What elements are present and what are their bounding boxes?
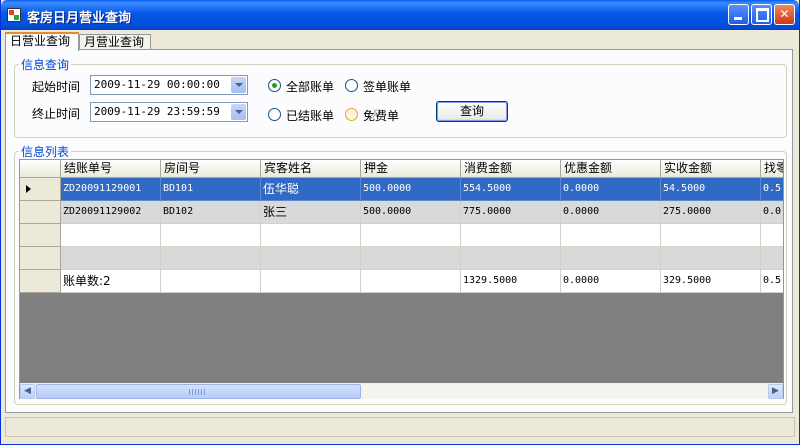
- col-header-received[interactable]: 实收金额: [661, 160, 761, 178]
- end-time-picker[interactable]: 2009-11-29 23:59:59: [90, 102, 248, 122]
- cell-received[interactable]: 54.5000: [661, 178, 761, 201]
- cell-deposit[interactable]: [361, 270, 461, 293]
- row-header[interactable]: [20, 224, 61, 247]
- cell-room-no[interactable]: [161, 247, 261, 270]
- query-group-legend: 信息查询: [21, 58, 70, 72]
- app-icon[interactable]: [7, 8, 21, 22]
- chevron-down-icon[interactable]: [231, 77, 246, 93]
- col-header-deposit[interactable]: 押金: [361, 160, 461, 178]
- col-header-guest-name[interactable]: 宾客姓名: [261, 160, 361, 178]
- cell-deposit[interactable]: [361, 224, 461, 247]
- grid-corner-header: [20, 160, 61, 178]
- main-window: 客房日月营业查询 ✕ 日营业查询 月营业查询 信息查询 起始时间 2009-11…: [0, 0, 800, 445]
- cell-consumption[interactable]: [461, 247, 561, 270]
- start-time-value: 2009-11-29 00:00:00: [94, 78, 220, 91]
- row-pointer-icon: [26, 185, 31, 193]
- cell-guest-name[interactable]: 伍华聪: [261, 178, 361, 201]
- radio-settled-bills[interactable]: [268, 108, 281, 121]
- minimize-button[interactable]: [728, 4, 749, 25]
- cell-bill-no[interactable]: [61, 224, 161, 247]
- radio-all-bills[interactable]: [268, 79, 281, 92]
- cell-received-total[interactable]: 329.5000: [661, 270, 761, 293]
- cell-consumption[interactable]: 775.0000: [461, 201, 561, 224]
- search-button[interactable]: 查询: [436, 101, 508, 122]
- start-time-label: 起始时间: [32, 80, 81, 94]
- arrow-left-icon[interactable]: ◀: [20, 384, 35, 399]
- cell-room-no[interactable]: [161, 224, 261, 247]
- cell-discount[interactable]: [561, 247, 661, 270]
- query-groupbox: 信息查询: [14, 56, 787, 138]
- tab-daily-revenue[interactable]: 日营业查询: [5, 32, 79, 51]
- cell-change[interactable]: [761, 247, 783, 270]
- status-bar: [5, 417, 795, 437]
- col-header-discount[interactable]: 优惠金额: [561, 160, 661, 178]
- cell-consumption[interactable]: [461, 224, 561, 247]
- cell-bill-no[interactable]: ZD20091129002: [61, 201, 161, 224]
- maximize-button[interactable]: [751, 4, 772, 25]
- title-bar[interactable]: 客房日月营业查询 ✕: [1, 0, 799, 30]
- row-header[interactable]: [20, 201, 61, 224]
- cell-discount-total[interactable]: 0.0000: [561, 270, 661, 293]
- cell-change-total[interactable]: 0.5: [761, 270, 783, 293]
- col-header-bill-no[interactable]: 结账单号: [61, 160, 161, 178]
- cell-discount[interactable]: 0.0000: [561, 178, 661, 201]
- cell-deposit[interactable]: 500.0000: [361, 201, 461, 224]
- radio-signed-bills[interactable]: [345, 79, 358, 92]
- cell-bill-count[interactable]: 账单数:2: [61, 270, 161, 293]
- grid-horizontal-scrollbar[interactable]: ◀ ▶: [20, 383, 783, 399]
- start-time-picker[interactable]: 2009-11-29 00:00:00: [90, 75, 248, 95]
- cell-guest-name[interactable]: [261, 224, 361, 247]
- chevron-down-icon[interactable]: [231, 104, 246, 120]
- cell-received[interactable]: 275.0000: [661, 201, 761, 224]
- radio-settled-bills-label[interactable]: 已结账单: [286, 107, 334, 124]
- radio-all-bills-label[interactable]: 全部账单: [286, 78, 334, 95]
- cell-change[interactable]: [761, 224, 783, 247]
- cell-bill-no[interactable]: [61, 247, 161, 270]
- cell-received[interactable]: [661, 247, 761, 270]
- cell-room-no[interactable]: BD102: [161, 201, 261, 224]
- cell-deposit[interactable]: [361, 247, 461, 270]
- col-header-room-no[interactable]: 房间号: [161, 160, 261, 178]
- arrow-right-icon[interactable]: ▶: [768, 384, 783, 399]
- cell-change[interactable]: 0.0: [761, 201, 783, 224]
- list-group-legend: 信息列表: [21, 145, 70, 159]
- cell-deposit[interactable]: 500.0000: [361, 178, 461, 201]
- close-icon: ✕: [779, 7, 790, 21]
- row-header[interactable]: [20, 178, 61, 201]
- end-time-value: 2009-11-29 23:59:59: [94, 105, 220, 118]
- cell-guest-name[interactable]: [261, 247, 361, 270]
- col-header-change[interactable]: 找零: [761, 160, 783, 178]
- cell-room-no[interactable]: [161, 270, 261, 293]
- grip-icon: [189, 389, 205, 395]
- cell-bill-no[interactable]: ZD20091129001: [61, 178, 161, 201]
- row-header[interactable]: [20, 270, 61, 293]
- maximize-icon: [756, 8, 769, 22]
- cell-discount[interactable]: 0.0000: [561, 201, 661, 224]
- end-time-label: 终止时间: [32, 107, 81, 121]
- minimize-icon: [734, 17, 742, 20]
- cell-consumption[interactable]: 554.5000: [461, 178, 561, 201]
- cell-discount[interactable]: [561, 224, 661, 247]
- close-button[interactable]: ✕: [774, 4, 795, 25]
- window-title: 客房日月营业查询: [27, 11, 132, 26]
- cell-room-no[interactable]: BD101: [161, 178, 261, 201]
- cell-consumption-total[interactable]: 1329.5000: [461, 270, 561, 293]
- cell-guest-name[interactable]: 张三: [261, 201, 361, 224]
- radio-free-bills[interactable]: [345, 108, 358, 121]
- cell-received[interactable]: [661, 224, 761, 247]
- results-grid[interactable]: 结账单号 房间号 宾客姓名 押金 消费金额 优惠金额 实收金额 找零 ZD200…: [19, 159, 784, 399]
- scrollbar-thumb[interactable]: [36, 384, 361, 399]
- cell-change[interactable]: 0.5: [761, 178, 783, 201]
- col-header-consumption[interactable]: 消费金额: [461, 160, 561, 178]
- mouse-cursor-icon: ➚: [369, 106, 381, 122]
- row-header[interactable]: [20, 247, 61, 270]
- tab-monthly-revenue[interactable]: 月营业查询: [79, 34, 151, 50]
- cell-guest-name[interactable]: [261, 270, 361, 293]
- radio-signed-bills-label[interactable]: 签单账单: [363, 78, 411, 95]
